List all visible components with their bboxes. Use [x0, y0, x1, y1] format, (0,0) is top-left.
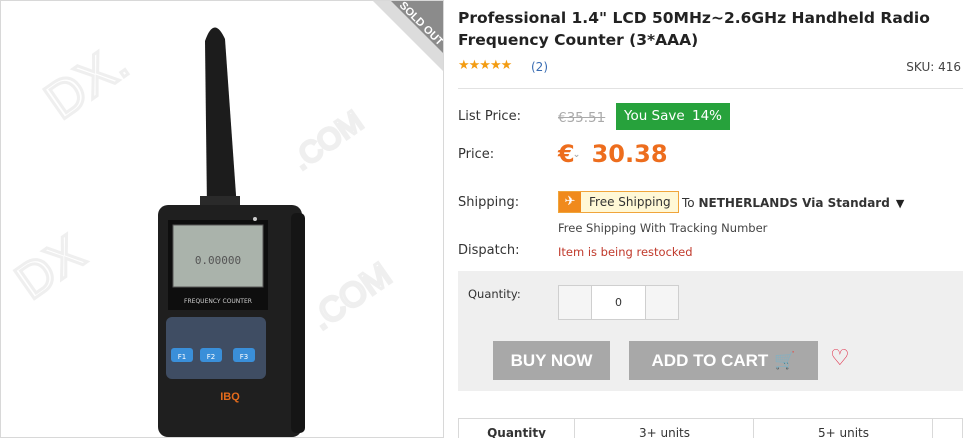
rating-row: ★★★★★ (2) SKU: 416 — [458, 58, 963, 77]
lcd-reading: 0.00000 — [195, 254, 241, 267]
list-price: €35.51 — [558, 110, 606, 126]
currency-caret-icon[interactable]: ⌄ — [573, 150, 581, 160]
divider — [458, 88, 963, 89]
quantity-decrement-button[interactable] — [559, 286, 592, 319]
svg-text:.COM: .COM — [286, 105, 369, 177]
quantity-stepper[interactable]: 0 — [558, 285, 679, 320]
add-to-cart-button[interactable]: ADD TO CART 🛒 — [629, 341, 818, 380]
product-details: Professional 1.4" LCD 50MHz~2.6GHz Handh… — [458, 0, 963, 438]
product-image-panel[interactable]: DX. .COM DX .COM 0.00000 FREQUENCY COUNT… — [0, 0, 444, 438]
ship-destination: NETHERLANDS Via Standard — [698, 196, 890, 210]
tier-header: Quantity — [487, 426, 546, 438]
dispatch-status: Item is being restocked — [558, 245, 693, 259]
cart-box: Quantity: 0 BUY NOW ADD TO CART 🛒 ♡ — [458, 271, 963, 391]
key-f2-label: F2 — [207, 353, 215, 361]
price-label: Price: — [458, 147, 495, 162]
reviews-link[interactable]: (2) — [531, 60, 548, 74]
ship-to-prefix: To — [682, 196, 695, 210]
save-percent: 14% — [692, 108, 723, 124]
tier-col — [932, 419, 963, 438]
star-icon: ★★★★★ — [458, 58, 512, 73]
list-price-label: List Price: — [458, 109, 521, 124]
product-title: Professional 1.4" LCD 50MHz~2.6GHz Handh… — [458, 9, 930, 49]
device-brand: IBQ — [220, 391, 240, 403]
add-to-cart-label: ADD TO CART — [651, 351, 769, 370]
save-badge: You Save 14% — [616, 103, 731, 130]
device-label: FREQUENCY COUNTER — [184, 298, 252, 305]
buy-now-button[interactable]: BUY NOW — [493, 341, 610, 380]
price: €⌄ 30.38 — [558, 140, 668, 168]
shipping-destination-select[interactable]: To NETHERLANDS Via Standard ▼ — [682, 196, 904, 210]
quantity-input[interactable]: 0 — [592, 286, 645, 319]
product-image: DX. .COM DX .COM 0.00000 FREQUENCY COUNT… — [4, 1, 443, 437]
dispatch-label: Dispatch: — [458, 243, 520, 258]
heart-icon[interactable]: ♡ — [830, 346, 850, 371]
free-shipping-badge: ✈ Free Shipping — [558, 191, 679, 213]
svg-text:DX.: DX. — [35, 34, 139, 131]
tier-pricing-table: Quantity 3+ units 5+ units — [458, 418, 963, 438]
shipping-label: Shipping: — [458, 195, 520, 210]
caret-down-icon[interactable]: ▼ — [896, 197, 904, 210]
save-label: You Save — [624, 108, 685, 124]
svg-text:.COM: .COM — [304, 256, 399, 338]
key-f3-label: F3 — [240, 353, 248, 361]
key-f1-label: F1 — [178, 353, 186, 361]
tier-col: 5+ units — [753, 419, 933, 438]
quantity-increment-button[interactable] — [645, 286, 678, 319]
shipping-note: Free Shipping With Tracking Number — [558, 221, 768, 235]
cart-icon: 🛒 — [774, 351, 796, 370]
plane-icon: ✈ — [559, 192, 581, 212]
tier-col: 3+ units — [574, 419, 754, 438]
price-value: 30.38 — [591, 140, 668, 168]
quantity-label: Quantity: — [468, 287, 521, 301]
svg-text:DX: DX — [5, 224, 94, 310]
sku-label: SKU: 416 — [906, 60, 961, 74]
